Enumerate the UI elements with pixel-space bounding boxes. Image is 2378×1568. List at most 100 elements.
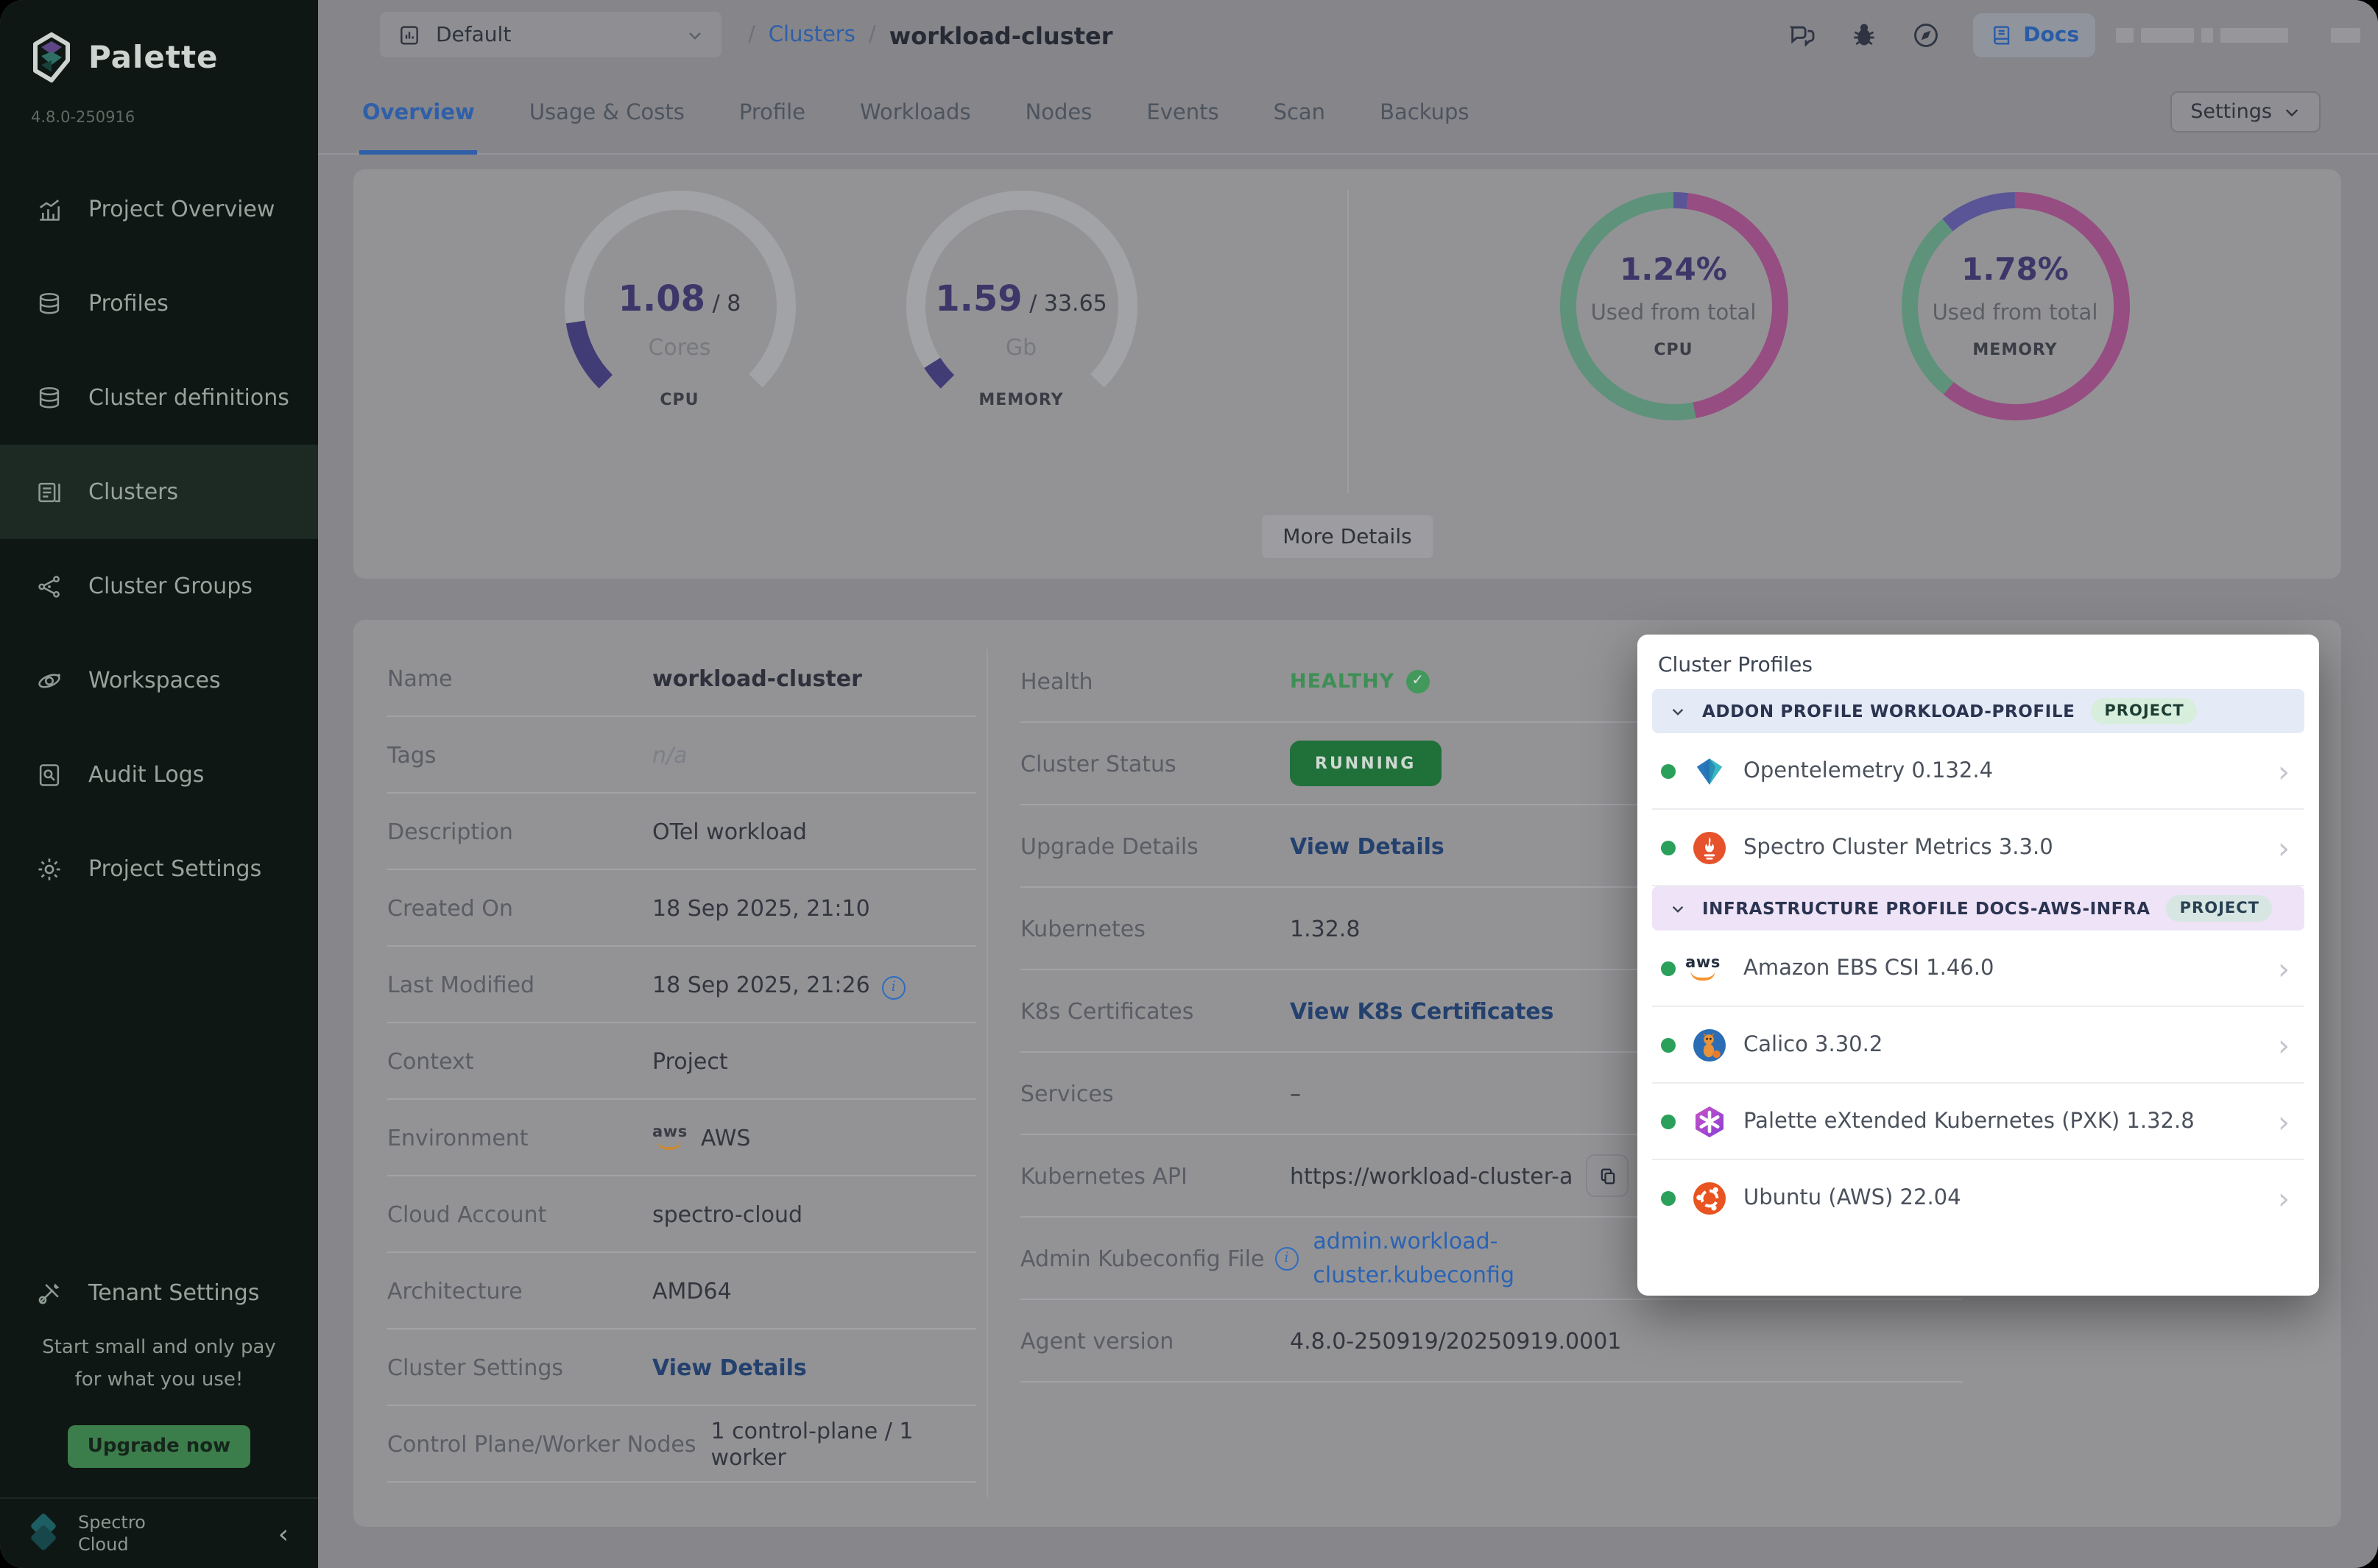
cluster-tabs: Overview Usage & Costs Profile Workloads Nod…	[318, 71, 2378, 155]
sidebar-item-tenant-settings[interactable]: Tenant Settings	[0, 1246, 318, 1340]
detail-row-name: Nameworkload-cluster	[387, 640, 976, 717]
pack-status-dot	[1661, 1114, 1676, 1129]
sidebar-item-cluster-definitions[interactable]: Cluster definitions	[0, 350, 318, 445]
pack-status-dot	[1661, 1190, 1676, 1205]
sidebar-item-project-settings[interactable]: Project Settings	[0, 822, 318, 916]
bug-report-icon[interactable]	[1849, 21, 1879, 50]
detail-label: Created On	[387, 894, 652, 921]
tab-nodes[interactable]: Nodes	[1023, 102, 1095, 155]
profile-section-header-infrastructure-profile-docs-aws-infra[interactable]: INFRASTRUCTURE PROFILE DOCS-AWS-INFRAPRO…	[1652, 886, 2304, 930]
detail-row-control-plane-worker-nodes: Control Plane/Worker Nodes1 control-plan…	[387, 1406, 976, 1483]
sidebar-item-workspaces[interactable]: Workspaces	[0, 633, 318, 727]
profile-section-header-addon-profile-workload-profile[interactable]: ADDON PROFILE WORKLOAD-PROFILEPROJECT	[1652, 689, 2304, 733]
detail-label: K8s Certificates	[1020, 997, 1290, 1024]
settings-button[interactable]: Settings	[2170, 91, 2321, 133]
detail-value: 18 Sep 2025, 21:10	[652, 894, 870, 921]
tab-usage-costs[interactable]: Usage & Costs	[526, 102, 688, 155]
cpu-total-donut: 1.24% Used from total CPU	[1548, 181, 1799, 431]
tab-events[interactable]: Events	[1143, 102, 1221, 155]
chevron-right-icon: ›	[2278, 950, 2290, 986]
sidebar-item-profiles[interactable]: Profiles	[0, 256, 318, 350]
sidebar-item-label: Audit Logs	[88, 761, 204, 788]
sidebar-item-label: Tenant Settings	[88, 1279, 259, 1306]
topbar-actions: Docs	[1788, 0, 2378, 71]
sidebar-footer: Spectro Cloud ‹	[0, 1497, 318, 1568]
profile-pack-palette-extended-kubernetes-pxk-1-32-8[interactable]: Palette eXtended Kubernetes (PXK) 1.32.8…	[1652, 1084, 2304, 1160]
sidebar-item-audit-logs[interactable]: Audit Logs	[0, 727, 318, 822]
detail-value: OTel workload	[652, 818, 807, 844]
project-selector[interactable]: Default	[380, 12, 721, 57]
tab-backups[interactable]: Backups	[1377, 102, 1472, 155]
upgrade-promo-text: Start small and only pay for what you us…	[0, 1332, 318, 1397]
profile-pack-opentelemetry-0-132-4[interactable]: Opentelemetry 0.132.4›	[1652, 733, 2304, 810]
sidebar-item-label: Workspaces	[88, 667, 221, 693]
info-icon[interactable]: i	[1274, 1246, 1298, 1270]
tab-profile[interactable]: Profile	[736, 102, 808, 155]
pack-label: Calico 3.30.2	[1743, 1033, 2262, 1056]
profile-pack-calico-3-30-2[interactable]: Calico 3.30.2›	[1652, 1007, 2304, 1084]
detail-value: n/a	[652, 741, 688, 768]
detail-label: Control Plane/Worker Nodes	[387, 1430, 711, 1457]
sidebar-item-clusters[interactable]: Clusters	[0, 445, 318, 539]
detail-label: Services	[1020, 1080, 1290, 1106]
detail-label: Cluster Status	[1020, 750, 1290, 777]
view-details-link[interactable]: View Details	[1290, 833, 1444, 859]
tab-scan[interactable]: Scan	[1271, 102, 1329, 155]
sidebar: Palette 4.8.0-250916 Project OverviewPro…	[0, 0, 318, 1568]
workspaces-orbit-icon	[35, 666, 63, 694]
clusters-list-icon	[35, 478, 63, 506]
tenant-settings-tools-icon	[35, 1279, 63, 1307]
breadcrumb-clusters-link[interactable]: Clusters	[769, 24, 855, 47]
detail-value: AWS	[701, 1124, 751, 1151]
total-usage-donuts: 1.24% Used from total CPU 1.78% Used fro…	[1347, 169, 2341, 579]
cluster-definitions-stack-icon	[35, 384, 63, 412]
detail-label: Description	[387, 818, 652, 844]
detail-label: Last Modified	[387, 971, 652, 997]
spectro-cloud-brand: Spectro Cloud	[78, 1512, 146, 1556]
detail-label: Name	[387, 665, 652, 691]
upgrade-now-button[interactable]: Upgrade now	[68, 1425, 250, 1468]
detail-label: Context	[387, 1048, 652, 1074]
view-details-link[interactable]: View Details	[652, 1354, 807, 1380]
chevron-right-icon: ›	[2278, 1103, 2290, 1139]
profile-pack-spectro-cluster-metrics-3-3-0[interactable]: Spectro Cluster Metrics 3.3.0 ›	[1652, 810, 2304, 886]
docs-button[interactable]: Docs	[1973, 13, 2095, 57]
more-details-button[interactable]: More Details	[1262, 515, 1432, 558]
project-chart-icon	[398, 23, 421, 46]
memory-usage-gauge: 1.59 / 33.65 Gb MEMORY	[896, 181, 1146, 431]
scope-badge: PROJECT	[2167, 895, 2273, 922]
detail-row-description: DescriptionOTel workload	[387, 794, 976, 870]
profile-pack-amazon-ebs-csi-1-46-0[interactable]: awsAmazon EBS CSI 1.46.0›	[1652, 930, 2304, 1007]
cluster-status-badge[interactable]: RUNNING	[1290, 741, 1441, 786]
pack-label: Spectro Cluster Metrics 3.3.0	[1743, 836, 2262, 859]
pack-status-dot	[1661, 840, 1676, 855]
feedback-chat-icon[interactable]	[1788, 21, 1817, 50]
pack-status-dot	[1661, 763, 1676, 778]
kubeconfig-file-link[interactable]: admin.workload-cluster.kubeconfig	[1313, 1225, 1514, 1291]
view-k8s-certificates-link[interactable]: View K8s Certificates	[1290, 997, 1554, 1024]
profile-pack-ubuntu-aws-22-04[interactable]: Ubuntu (AWS) 22.04›	[1652, 1160, 2304, 1235]
help-compass-icon[interactable]	[1911, 21, 1941, 50]
tab-workloads[interactable]: Workloads	[857, 102, 974, 155]
sidebar-nav: Project OverviewProfilesCluster definiti…	[0, 162, 318, 916]
chevron-down-icon	[686, 26, 704, 43]
detail-label: Kubernetes API	[1020, 1162, 1290, 1189]
usage-gauges: 1.08 / 8 Cores CPU 1.59 / 33.65 Gb MEMOR…	[353, 169, 1347, 579]
pack-label: Ubuntu (AWS) 22.04	[1743, 1186, 2262, 1209]
sidebar-item-cluster-groups[interactable]: Cluster Groups	[0, 539, 318, 633]
sidebar-collapse-icon[interactable]: ‹	[278, 1519, 289, 1550]
brand: Palette	[29, 32, 219, 82]
detail-value: Project	[652, 1048, 728, 1074]
info-icon[interactable]: i	[882, 976, 906, 1000]
card-divider	[1347, 190, 1349, 493]
cluster-profiles-list: ADDON PROFILE WORKLOAD-PROFILEPROJECTOpe…	[1637, 689, 2319, 1235]
detail-row-context: ContextProject	[387, 1023, 976, 1100]
app-version: 4.8.0-250916	[31, 109, 135, 127]
overview-stats-card: 1.08 / 8 Cores CPU 1.59 / 33.65 Gb MEMOR…	[353, 169, 2341, 579]
tab-overview[interactable]: Overview	[359, 102, 478, 155]
copy-button[interactable]	[1586, 1154, 1629, 1197]
sidebar-item-project-overview[interactable]: Project Overview	[0, 162, 318, 256]
opentelemetry-icon	[1692, 753, 1727, 788]
topbar: Default / Clusters / workload-cluster	[318, 0, 2378, 71]
chevron-right-icon: ›	[2278, 830, 2290, 865]
